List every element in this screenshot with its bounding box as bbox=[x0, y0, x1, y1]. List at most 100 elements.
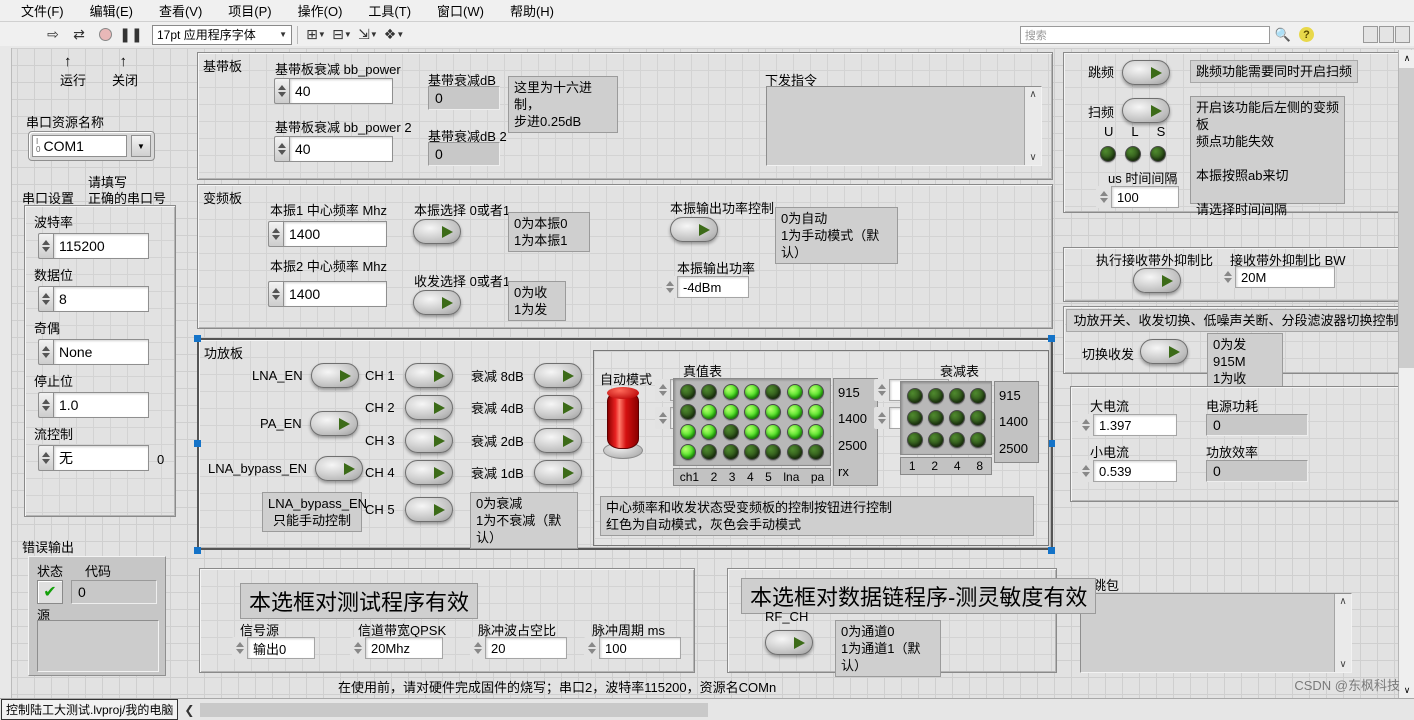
interval-value[interactable]: 100 bbox=[1111, 186, 1179, 208]
led-indicator[interactable] bbox=[808, 404, 825, 420]
oob-exec-switch[interactable] bbox=[1133, 268, 1181, 293]
status-project-path[interactable]: 控制陆工大测试.lvproj/我的电脑 bbox=[1, 699, 179, 720]
flow-control-spinner[interactable] bbox=[38, 445, 53, 471]
lna-en-switch[interactable] bbox=[310, 363, 359, 388]
led-indicator[interactable] bbox=[765, 384, 782, 400]
atten-4db-switch[interactable] bbox=[533, 395, 582, 420]
led-indicator[interactable] bbox=[701, 444, 718, 460]
run-arrow-icon[interactable]: ⇨ bbox=[40, 24, 66, 46]
baud-rate-value[interactable]: 115200 bbox=[53, 233, 149, 259]
stop-bits-spinner[interactable] bbox=[38, 392, 53, 418]
menu-item-operate[interactable]: 操作(O) bbox=[285, 0, 356, 22]
lo1-spinner[interactable] bbox=[268, 221, 283, 247]
bb-power1-value[interactable]: 40 bbox=[289, 78, 393, 104]
window-button-2[interactable] bbox=[1379, 26, 1394, 43]
switch-trx-switch[interactable] bbox=[1140, 339, 1188, 364]
run-continuously-icon[interactable]: ⇄ bbox=[66, 24, 92, 46]
signal-source-spinner[interactable] bbox=[232, 637, 247, 659]
led-indicator[interactable] bbox=[927, 432, 944, 448]
led-indicator[interactable] bbox=[722, 404, 739, 420]
ch2-switch[interactable] bbox=[404, 395, 453, 420]
signal-source-value[interactable]: 输出0 bbox=[247, 637, 315, 659]
duty-cycle-spinner[interactable] bbox=[470, 637, 485, 659]
menu-item-project[interactable]: 项目(P) bbox=[215, 0, 284, 22]
atten-index-2-spinner[interactable] bbox=[874, 407, 889, 429]
led-indicator[interactable] bbox=[743, 424, 760, 440]
trx-select-switch[interactable] bbox=[413, 290, 461, 315]
big-current-stepper[interactable]: 1.397 bbox=[1078, 414, 1177, 436]
scroll-thumb[interactable] bbox=[1399, 68, 1414, 368]
stop-bits-stepper[interactable]: 1.0 bbox=[38, 392, 164, 418]
lo1-stepper[interactable]: 1400 bbox=[268, 221, 387, 247]
data-bits-value[interactable]: 8 bbox=[53, 286, 149, 312]
interval-stepper[interactable]: 100 bbox=[1096, 186, 1179, 208]
lna-bypass-en-switch[interactable] bbox=[315, 456, 363, 481]
led-indicator[interactable] bbox=[679, 444, 696, 460]
lo1-value[interactable]: 1400 bbox=[283, 221, 387, 247]
bb-power1-spinner[interactable] bbox=[274, 78, 289, 104]
led-indicator[interactable] bbox=[808, 444, 825, 460]
led-indicator[interactable] bbox=[743, 384, 760, 400]
led-indicator[interactable] bbox=[969, 432, 986, 448]
window-button-1[interactable] bbox=[1363, 26, 1378, 43]
led-indicator[interactable] bbox=[743, 404, 760, 420]
selection-handle-tr[interactable] bbox=[1048, 335, 1055, 342]
lo-power-value[interactable]: -4dBm bbox=[677, 276, 749, 298]
led-indicator[interactable] bbox=[969, 410, 986, 426]
help-icon[interactable]: ? bbox=[1299, 27, 1314, 42]
small-current-value[interactable]: 0.539 bbox=[1093, 460, 1177, 482]
led-indicator[interactable] bbox=[808, 424, 825, 440]
led-indicator[interactable] bbox=[786, 424, 803, 440]
menu-item-tools[interactable]: 工具(T) bbox=[355, 0, 424, 22]
led-indicator[interactable] bbox=[765, 424, 782, 440]
led-indicator[interactable] bbox=[743, 444, 760, 460]
truth-index-1-spinner[interactable] bbox=[655, 379, 670, 401]
lo2-stepper[interactable]: 1400 bbox=[268, 281, 387, 307]
led-indicator[interactable] bbox=[948, 388, 965, 404]
scroll-down-icon[interactable]: ∨ bbox=[1399, 682, 1414, 698]
led-indicator[interactable] bbox=[722, 424, 739, 440]
resize-objects-icon[interactable]: ⇲ ▼ bbox=[355, 24, 381, 46]
parity-stepper[interactable]: None bbox=[38, 339, 164, 365]
led-indicator[interactable] bbox=[786, 384, 803, 400]
scroll-up-icon[interactable]: ∧ bbox=[1339, 596, 1346, 607]
bb-power2-value[interactable]: 40 bbox=[289, 136, 393, 162]
ch1-switch[interactable] bbox=[404, 363, 453, 388]
channel-bw-spinner[interactable] bbox=[350, 637, 365, 659]
atten-2db-switch[interactable] bbox=[533, 428, 582, 453]
font-selector[interactable]: 17pt 应用程序字体 ▼ bbox=[152, 24, 292, 45]
selection-handle-br[interactable] bbox=[1048, 547, 1055, 554]
chevron-down-icon[interactable]: ▼ bbox=[131, 135, 151, 157]
bb-power2-spinner[interactable] bbox=[274, 136, 289, 162]
menu-item-edit[interactable]: 编辑(E) bbox=[77, 0, 146, 22]
led-indicator[interactable] bbox=[906, 432, 923, 448]
pulse-period-spinner[interactable] bbox=[584, 637, 599, 659]
stop-bits-value[interactable]: 1.0 bbox=[53, 392, 149, 418]
led-indicator[interactable] bbox=[927, 388, 944, 404]
led-indicator[interactable] bbox=[765, 444, 782, 460]
small-current-spinner[interactable] bbox=[1078, 460, 1093, 482]
ch4-switch[interactable] bbox=[404, 460, 453, 485]
duty-cycle-stepper[interactable]: 20 bbox=[470, 637, 567, 659]
command-scrollbar[interactable]: ∧ ∨ bbox=[1024, 87, 1041, 165]
lo2-spinner[interactable] bbox=[268, 281, 283, 307]
abort-icon[interactable] bbox=[92, 24, 118, 46]
rf-ch-switch[interactable] bbox=[765, 630, 813, 655]
atten-table-grid[interactable] bbox=[900, 381, 992, 455]
scroll-down-icon[interactable]: ∨ bbox=[1339, 659, 1346, 670]
menu-item-window[interactable]: 窗口(W) bbox=[424, 0, 497, 22]
status-track[interactable] bbox=[200, 702, 1408, 717]
pa-en-switch[interactable] bbox=[309, 411, 358, 436]
search-input[interactable]: 搜索 bbox=[1019, 25, 1270, 44]
big-current-value[interactable]: 1.397 bbox=[1093, 414, 1177, 436]
flow-control-stepper[interactable]: 无 bbox=[38, 445, 149, 471]
parity-value[interactable]: None bbox=[53, 339, 149, 365]
led-indicator[interactable] bbox=[679, 424, 696, 440]
led-indicator[interactable] bbox=[765, 404, 782, 420]
menu-item-help[interactable]: 帮助(H) bbox=[497, 0, 567, 22]
selection-handle-tl[interactable] bbox=[194, 335, 201, 342]
menu-item-view[interactable]: 查看(V) bbox=[146, 0, 215, 22]
interval-spinner[interactable] bbox=[1096, 186, 1111, 208]
lo-select-switch[interactable] bbox=[413, 219, 461, 244]
atten-index-1-spinner[interactable] bbox=[874, 379, 889, 401]
